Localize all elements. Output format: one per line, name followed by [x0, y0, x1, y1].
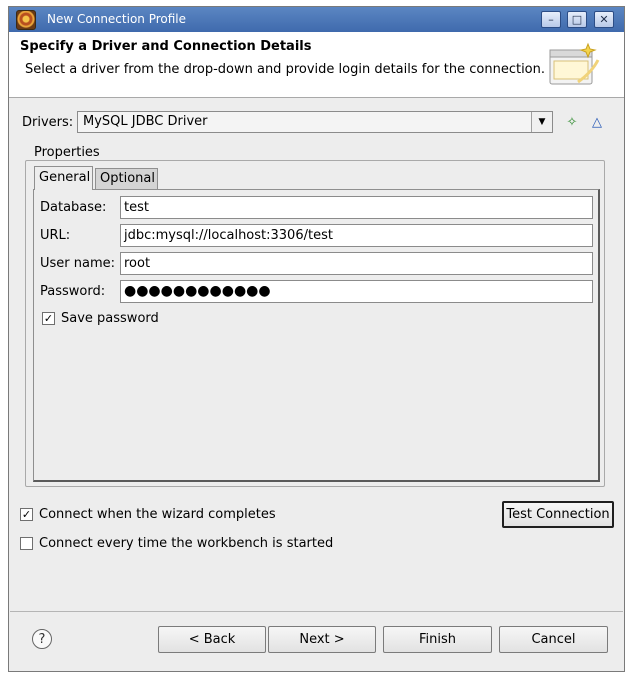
drivers-selected-value: MySQL JDBC Driver	[83, 114, 208, 129]
password-field[interactable]: ●●●●●●●●●●●●	[120, 280, 593, 303]
window-title: New Connection Profile	[47, 12, 187, 26]
save-password-label: Save password	[61, 311, 159, 326]
next-button[interactable]: Next >	[268, 626, 376, 653]
page-description: Select a driver from the drop-down and p…	[25, 62, 545, 77]
url-field[interactable]: jdbc:mysql://localhost:3306/test	[120, 224, 593, 247]
new-driver-icon[interactable]: ✧	[564, 115, 580, 131]
username-field[interactable]: root	[120, 252, 593, 275]
connect-on-complete-label: Connect when the wizard completes	[39, 507, 276, 522]
close-icon[interactable]: ✕	[594, 11, 614, 28]
finish-button[interactable]: Finish	[383, 626, 492, 653]
eclipse-app-icon	[16, 10, 36, 30]
back-button[interactable]: < Back	[158, 626, 266, 653]
connect-on-complete-checkbox[interactable]: ✓	[20, 508, 33, 521]
wizard-banner-icon	[549, 42, 600, 85]
footer-separator	[10, 611, 623, 612]
chevron-down-icon[interactable]: ▼	[531, 112, 552, 132]
help-icon[interactable]: ?	[32, 629, 52, 649]
cancel-button[interactable]: Cancel	[499, 626, 608, 653]
database-field[interactable]: test	[120, 196, 593, 219]
properties-group-label: Properties	[31, 145, 103, 160]
minimize-icon[interactable]: –	[541, 11, 561, 28]
connect-every-time-checkbox[interactable]	[20, 537, 33, 550]
drivers-label: Drivers:	[22, 115, 74, 130]
test-connection-button[interactable]: Test Connection	[502, 501, 614, 528]
tab-general[interactable]: General	[34, 166, 93, 190]
edit-driver-icon[interactable]: △	[589, 115, 605, 131]
connect-every-time-label: Connect every time the workbench is star…	[39, 536, 334, 551]
save-password-checkbox[interactable]: ✓	[42, 312, 55, 325]
page-title: Specify a Driver and Connection Details	[20, 39, 312, 54]
tab-optional[interactable]: Optional	[95, 168, 158, 189]
url-label: URL:	[40, 228, 71, 243]
username-label: User name:	[40, 256, 116, 271]
database-label: Database:	[40, 200, 107, 215]
maximize-icon[interactable]: □	[567, 11, 587, 28]
password-label: Password:	[40, 284, 106, 299]
